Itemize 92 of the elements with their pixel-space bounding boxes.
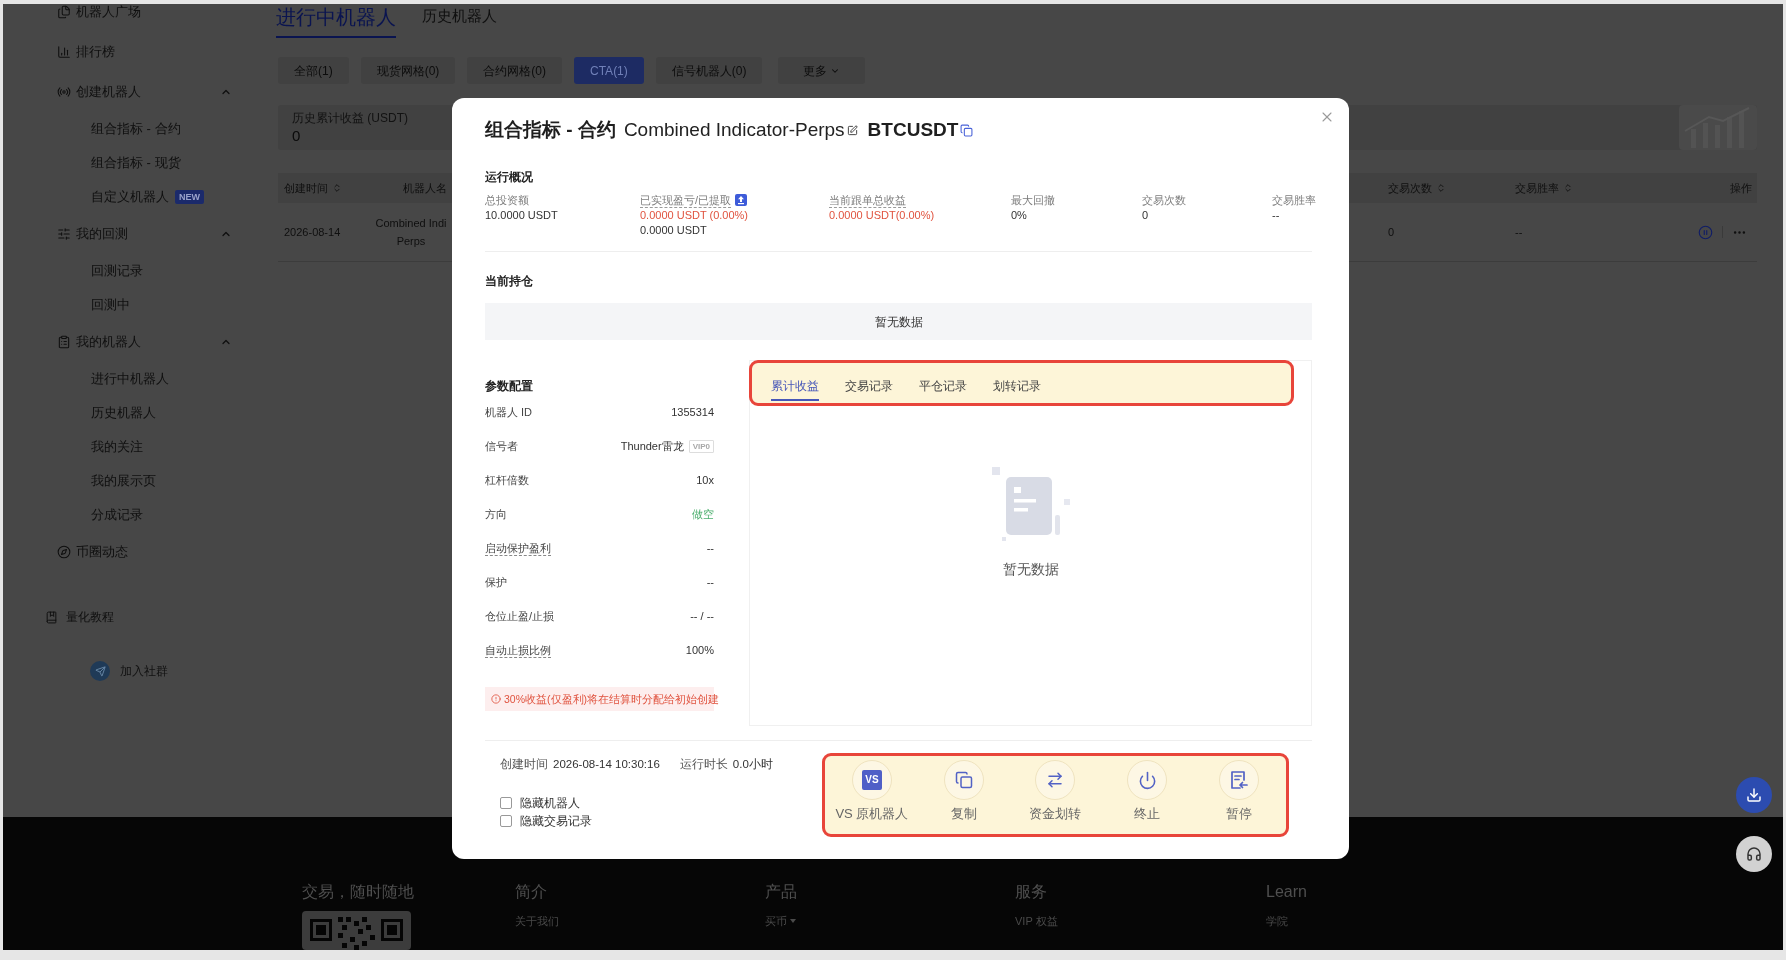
broadcast-icon [57, 85, 71, 99]
power-icon [1127, 760, 1168, 800]
checkbox-label[interactable]: 隐藏机器人 [520, 795, 580, 811]
book-icon [45, 610, 58, 624]
alert-icon [491, 694, 501, 704]
param-label: 启动保护盈利 [485, 540, 551, 556]
sort-icon [1436, 183, 1446, 193]
stat-value: 0 [1142, 208, 1149, 223]
new-badge: NEW [175, 190, 204, 204]
arrow-up-square-icon[interactable] [735, 194, 748, 206]
footer-heading: 服务 [1015, 882, 1047, 902]
param-value: -- [706, 575, 714, 589]
clipboard-icon [57, 335, 71, 349]
table-cell-text: 2026-08-14 [283, 225, 342, 240]
stat-label: 当前跟单总收益 [829, 192, 906, 208]
headphones-icon [1746, 846, 1762, 862]
sort-icon [332, 183, 342, 193]
paper-plane-icon [90, 661, 110, 681]
vip-badge: VIP0 [688, 439, 714, 453]
checkbox[interactable] [500, 797, 512, 809]
param-value: 10x [696, 473, 714, 487]
bar-chart-icon [57, 45, 71, 59]
stat-value: 0.0000 USDT (0.00%) [640, 208, 749, 223]
footer-link[interactable]: 关于我们 [515, 914, 559, 928]
param-label: 杠杆倍数 [485, 473, 529, 487]
footer-link[interactable]: 买币 [765, 914, 787, 928]
info-value: 0.0小时 [732, 757, 773, 772]
checkbox-label[interactable]: 隐藏交易记录 [520, 813, 592, 829]
param-label: 仓位止盈/止损 [485, 609, 555, 623]
records-tab[interactable]: 交易记录 [845, 378, 893, 401]
action-button[interactable]: 资金划转 [1012, 760, 1099, 834]
param-label: 保护 [485, 575, 507, 589]
stat-label: 总投资额 [485, 193, 529, 207]
dialog-title: 组合指标 - 合约 [485, 118, 616, 142]
records-tab[interactable]: 累计收益 [771, 378, 819, 401]
stat-label: 交易胜率 [1272, 193, 1316, 207]
stat-label: 交易次数 [1142, 193, 1186, 207]
info-label: 运行时长 [679, 757, 728, 772]
footer-heading: 简介 [515, 882, 547, 902]
param-label: 机器人 ID [485, 405, 533, 419]
notice-text: 30%收益(仅盈利)将在结算时分配给初始创建 [504, 692, 719, 706]
param-label: 信号者 [485, 439, 518, 453]
filter-button[interactable]: CTA(1) [574, 57, 644, 84]
page-tab[interactable]: 进行中机器人 [276, 6, 396, 38]
stat-value: 0% [1011, 208, 1027, 223]
param-value: Thunder雷龙 [620, 439, 684, 453]
vs-icon: VS [851, 760, 892, 800]
stat-value: 10.0000 USDT [485, 208, 558, 223]
sliders-icon [57, 227, 71, 241]
section-heading: 参数配置 [485, 378, 534, 395]
info-label: 创建时间 [500, 757, 548, 772]
param-value: 做空 [692, 507, 714, 521]
stat-value: 0.0000 USDT(0.00%) [829, 208, 935, 223]
param-value: 1355314 [671, 405, 714, 419]
swap-arrows-icon [1035, 760, 1076, 800]
section-heading: 运行概况 [485, 169, 534, 186]
footer-heading: Learn [1266, 882, 1307, 902]
param-label: 方向 [485, 507, 507, 521]
copy-icon [943, 760, 984, 800]
footer-heading: 产品 [765, 882, 797, 902]
copy-icon[interactable] [960, 123, 974, 137]
records-tab[interactable]: 划转记录 [993, 378, 1041, 401]
param-value: 100% [685, 643, 714, 657]
param-value: -- [706, 541, 714, 555]
param-value: -- / -- [690, 609, 714, 623]
action-button[interactable]: VS VS 原机器人 [829, 760, 915, 834]
sort-icon [1563, 183, 1573, 193]
empty-message: 暂无数据 [1002, 560, 1059, 579]
info-value: 2026-08-14 10:30:16 [553, 757, 660, 772]
param-label: 自动止损比例 [485, 642, 551, 658]
checkbox[interactable] [500, 815, 512, 827]
action-button[interactable]: 终止 [1104, 760, 1191, 834]
stat-label: 最大回撤 [1011, 193, 1055, 207]
footer-heading: 交易，随时随地 [302, 882, 414, 902]
empty-message: 暂无数据 [874, 313, 923, 330]
download-icon [1746, 787, 1762, 803]
trading-pair: BTCUSDT [867, 118, 959, 142]
sidebar-item[interactable]: 创建机器人 [57, 83, 141, 101]
action-button[interactable]: 暂停 [1196, 760, 1282, 834]
stat-value: -- [1272, 208, 1280, 223]
robot-name: Combined Indicator-Perps [623, 118, 845, 142]
action-button[interactable]: 复制 [920, 760, 1007, 834]
edit-icon[interactable] [846, 124, 858, 136]
footer-link[interactable]: VIP 权益 [1015, 914, 1058, 928]
pause-icon[interactable] [1698, 224, 1713, 240]
table-cell-text: -- [1515, 225, 1523, 240]
records-tab[interactable]: 平仓记录 [919, 378, 967, 401]
stat-label: 已实现盈亏/已提取 [640, 192, 732, 208]
stat-value: 0.0000 USDT [640, 223, 707, 238]
compass-icon [57, 545, 71, 559]
section-heading: 当前持仓 [485, 273, 534, 290]
documents-icon [57, 5, 71, 19]
